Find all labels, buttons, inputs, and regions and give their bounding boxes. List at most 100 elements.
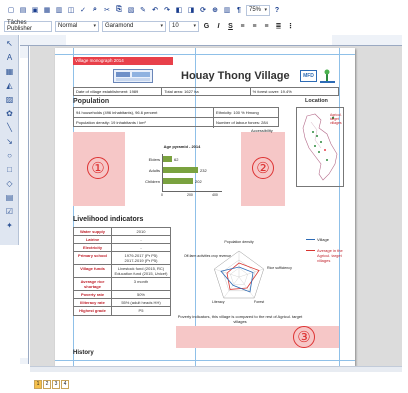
table-icon[interactable]: ▦ xyxy=(4,66,15,77)
establishment-date[interactable]: Date of village establishment: 1989 xyxy=(74,88,163,95)
font-size-select[interactable]: 10 ▾ xyxy=(169,20,199,32)
table-row: 94 households (496 inhabitants), 96.6 pe… xyxy=(74,108,278,118)
layout-guide[interactable] xyxy=(55,54,355,55)
spell-icon[interactable]: ✓ xyxy=(78,5,88,15)
picture-icon[interactable]: ▨ xyxy=(4,94,15,105)
page-tab[interactable]: 3 xyxy=(52,380,60,389)
task-pane-button[interactable]: Tâches Publisher xyxy=(4,20,52,32)
table-row: Poverty rate 50% xyxy=(74,291,170,299)
style-select[interactable]: Normal ▾ xyxy=(55,20,99,32)
indicator-value: 50% xyxy=(136,292,145,297)
mfd-logo[interactable]: MFD xyxy=(300,70,317,82)
legend-item: Village xyxy=(306,237,352,242)
tick-label: 400 xyxy=(212,193,218,197)
table-row: Illiteracy rate 55% (adult heads HH) xyxy=(74,299,170,307)
radar-axis-label: Literacy xyxy=(212,300,225,304)
design-gallery-icon[interactable]: ✦ xyxy=(4,220,15,231)
table-cell: Population density: 19 inhabitants / km² xyxy=(74,118,214,128)
bar-value: 202 xyxy=(195,179,202,184)
save-as-icon[interactable]: ▦ xyxy=(42,5,52,15)
style-value: Normal xyxy=(58,23,78,29)
page-title[interactable]: Houay Thong Village xyxy=(181,68,290,84)
workspace: Village monograph 2014 Houay Thong Villa… xyxy=(30,46,402,366)
plant-logo-icon[interactable] xyxy=(320,69,335,83)
font-size-value: 10 xyxy=(172,23,179,29)
header-band[interactable]: Village monograph 2014 xyxy=(73,57,173,65)
rotate-icon[interactable]: ⟳ xyxy=(198,5,208,15)
columns-icon[interactable]: ▥ xyxy=(222,5,232,15)
page-tab[interactable]: 1 xyxy=(34,380,42,389)
research-icon[interactable]: ⌕ xyxy=(90,5,100,15)
location-title[interactable]: Location xyxy=(305,98,328,104)
indicator-name: Latrine xyxy=(74,236,112,243)
category-label: Children xyxy=(145,179,160,184)
livelihood-title[interactable]: Livelihood indicators xyxy=(73,216,143,223)
page-tab[interactable]: 4 xyxy=(61,380,69,389)
population-title[interactable]: Population xyxy=(73,98,109,105)
history-title[interactable]: History xyxy=(73,350,94,356)
numbering-icon[interactable]: ⋮ xyxy=(286,22,295,30)
objects-toolbar: ↖ A ▦ ◭ ▨ ✿ ╲ ↘ ○ □ ◇ ▤ ☑ ✦ xyxy=(0,35,19,245)
cut-icon[interactable]: ✂ xyxy=(102,5,112,15)
livelihood-table[interactable]: Water supply 2010 Latrine - Electricity - Prim… xyxy=(73,227,171,316)
align-center-icon[interactable]: ≡ xyxy=(250,23,259,30)
text-box-icon[interactable]: A xyxy=(4,52,15,63)
zoom-in-icon[interactable]: ⊕ xyxy=(210,5,220,15)
legend-item: Average in the Agricul. target villages xyxy=(306,248,352,263)
horizontal-ruler[interactable] xyxy=(20,35,402,46)
document-page[interactable]: Village monograph 2014 Houay Thong Villa… xyxy=(55,48,355,366)
copy-icon[interactable]: ⎘ xyxy=(114,5,124,15)
save-icon[interactable]: ▣ xyxy=(30,5,40,15)
radar-legend[interactable]: Village Average in the Agricul. target v… xyxy=(306,237,352,297)
layout-guide[interactable] xyxy=(55,360,355,361)
arrow-icon[interactable]: ↘ xyxy=(4,136,15,147)
undo-icon[interactable]: ↶ xyxy=(150,5,160,15)
population-table[interactable]: 94 households (496 inhabitants), 96.6 pe… xyxy=(73,107,279,128)
redo-icon[interactable]: ↷ xyxy=(162,5,172,15)
publisher-window: ▢ ▤ ▣ ▦ ▥ ◫ ✓ ⌕ ✂ ⎘ ▧ ✎ ↶ ↷ ◧ ◨ ⟳ ⊕ ▥ ¶ … xyxy=(0,0,408,393)
age-pyramid-chart[interactable]: Age pyramid - 2014 Elders Adults Childre… xyxy=(136,144,228,206)
autoshapes-icon[interactable]: ◇ xyxy=(4,178,15,189)
send-back-icon[interactable]: ◨ xyxy=(186,5,196,15)
new-doc-icon[interactable]: ▢ xyxy=(6,5,16,15)
font-select[interactable]: Garamond ▾ xyxy=(102,20,166,32)
italic-button[interactable]: I xyxy=(214,23,223,30)
paste-icon[interactable]: ▧ xyxy=(126,5,136,15)
help-icon[interactable]: ? xyxy=(272,5,282,15)
layout-guide[interactable] xyxy=(339,48,340,366)
rectangle-icon[interactable]: □ xyxy=(4,164,15,175)
pointer-icon[interactable]: ↖ xyxy=(4,38,15,49)
align-right-icon[interactable]: ≡ xyxy=(262,23,271,30)
callout-1: ① xyxy=(87,157,109,179)
partner-logo[interactable] xyxy=(113,69,153,83)
print-preview-icon[interactable]: ◫ xyxy=(66,5,76,15)
form-control-icon[interactable]: ☑ xyxy=(4,206,15,217)
vertical-ruler[interactable] xyxy=(20,46,29,364)
line-icon[interactable]: ╲ xyxy=(4,122,15,133)
total-area[interactable]: Total area: 1627 ha xyxy=(162,88,251,95)
wordart-icon[interactable]: ◭ xyxy=(4,80,15,91)
print-icon[interactable]: ▥ xyxy=(54,5,64,15)
oval-icon[interactable]: ○ xyxy=(4,150,15,161)
bold-button[interactable]: G xyxy=(202,23,211,30)
page-tab[interactable]: 2 xyxy=(43,380,51,389)
indicator-name: Highest grade xyxy=(74,307,112,315)
zoom-select[interactable]: 75% ▾ xyxy=(246,4,270,16)
hotspot-icon[interactable]: ▤ xyxy=(4,192,15,203)
show-marks-icon[interactable]: ¶ xyxy=(234,5,244,15)
indicator-value: Livestock fund (2015, RC) Education fund… xyxy=(114,266,168,276)
justify-icon[interactable]: ≣ xyxy=(274,22,283,30)
location-map[interactable]: Agricul. target villages xyxy=(296,107,344,187)
format-painter-icon[interactable]: ✎ xyxy=(138,5,148,15)
callout-3: ③ xyxy=(293,326,315,348)
horizontal-scrollbar[interactable] xyxy=(30,366,402,372)
align-left-icon[interactable]: ≡ xyxy=(238,23,247,30)
map-legend: Agricul. target villages xyxy=(330,113,342,125)
underline-button[interactable]: S xyxy=(226,23,235,30)
radar-caption[interactable]: Poverty indicators, this village is comp… xyxy=(175,314,305,324)
clipart-icon[interactable]: ✿ xyxy=(4,108,15,119)
radar-chart[interactable]: Population density Rice sufficiency Fore… xyxy=(182,235,296,317)
open-icon[interactable]: ▤ xyxy=(18,5,28,15)
forest-cover[interactable]: % forest cover: 19.4% xyxy=(251,88,338,95)
bring-front-icon[interactable]: ◧ xyxy=(174,5,184,15)
